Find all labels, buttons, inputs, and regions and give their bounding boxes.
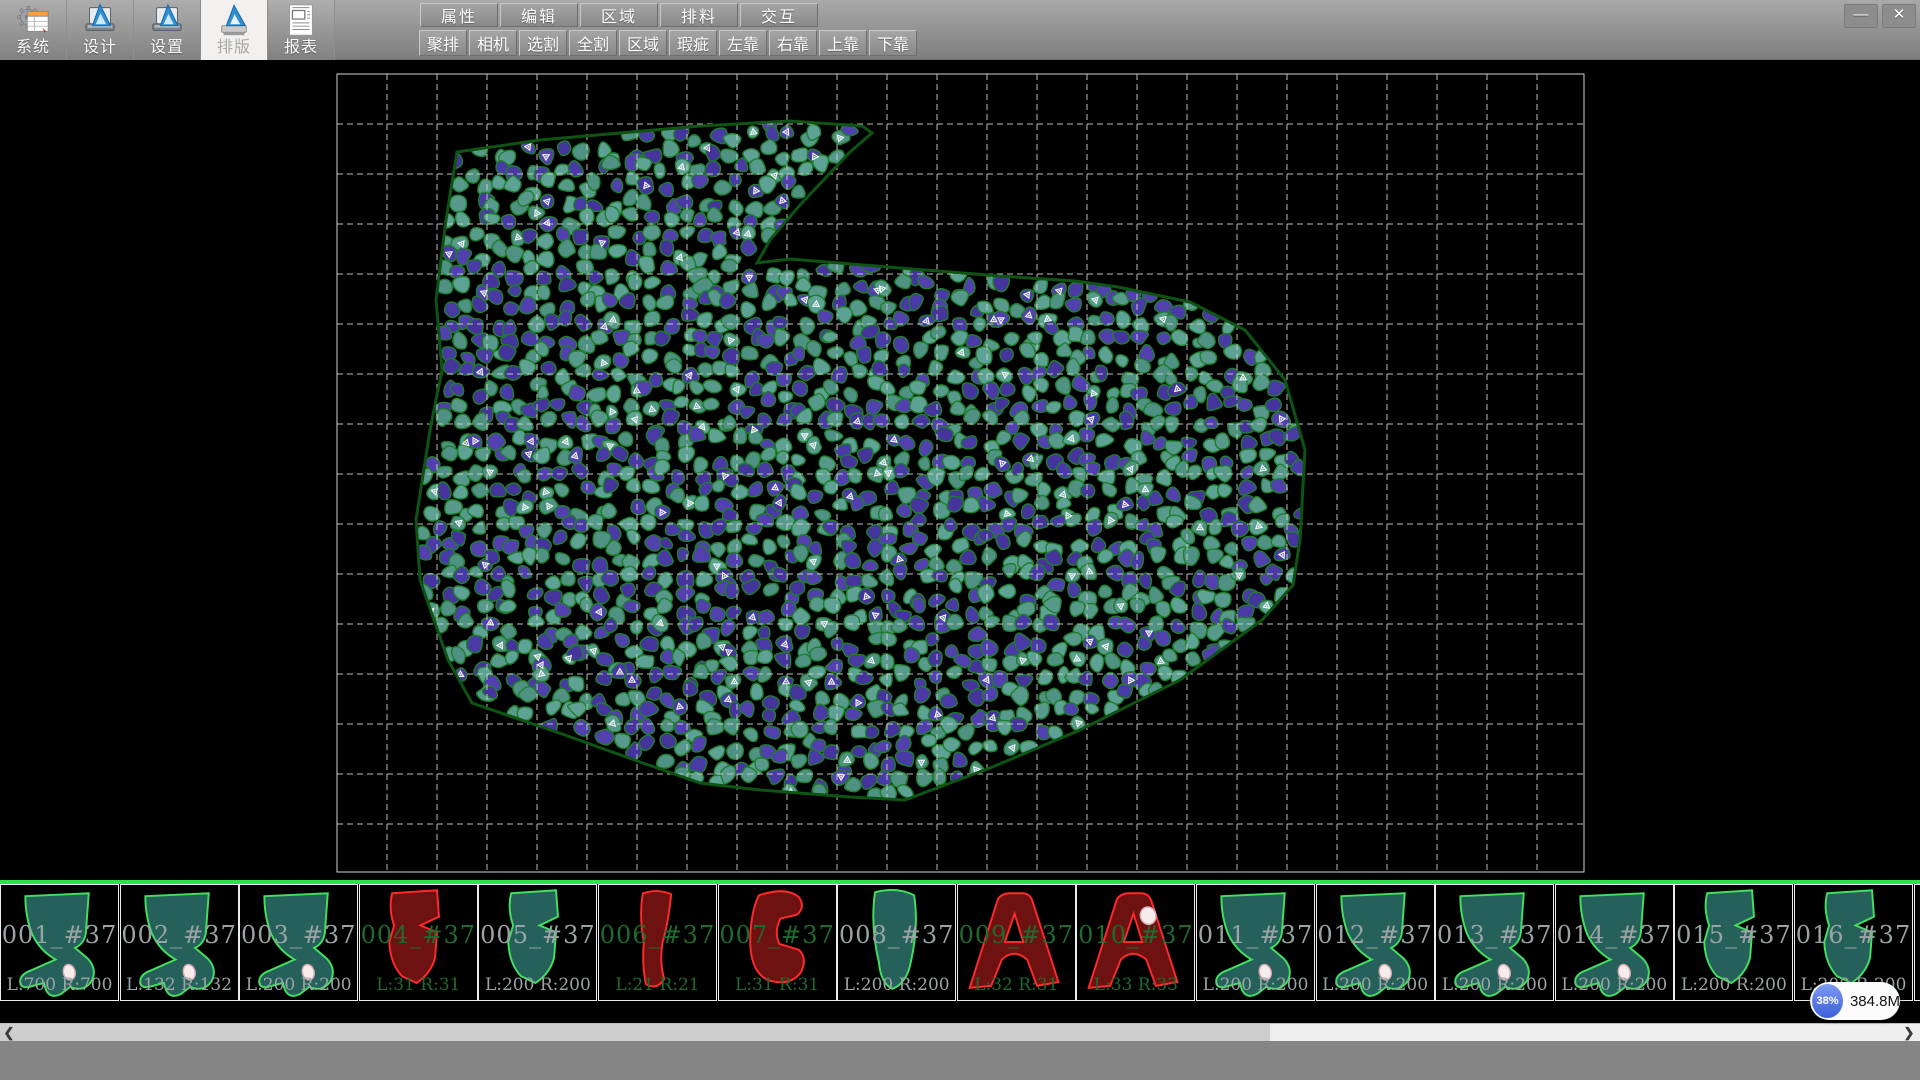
part-shape: [1, 886, 118, 999]
minimize-button[interactable]: —: [1844, 4, 1878, 28]
system-icon: [14, 1, 52, 39]
part-thumbnail-005_#37[interactable]: 005_#37L:200 R:200: [478, 884, 597, 1001]
part-thumbnail-001_#37[interactable]: 001_#37L:700 R:700: [0, 884, 119, 1001]
tool-snap-bottom[interactable]: 下靠: [869, 30, 917, 56]
part-shape: [1317, 886, 1434, 999]
tool-cut-selected[interactable]: 选割: [519, 30, 567, 56]
part-shape: [1197, 886, 1314, 999]
bottom-bar: [0, 1041, 1920, 1080]
part-thumbnail-014_#37[interactable]: 014_#37L:200 R:200: [1555, 884, 1674, 1001]
nav-nesting-label: 排版: [217, 39, 251, 57]
nesting-canvas-svg: [0, 60, 1920, 880]
part-shape: [360, 886, 477, 999]
nav-report[interactable]: 报表: [268, 0, 335, 60]
scroll-right-arrow-icon[interactable]: ❯: [1900, 1024, 1918, 1041]
tool-snap-top[interactable]: 上靠: [819, 30, 867, 56]
app-window: 系统设计设置排版报表 属性编辑区域排料交互 聚排相机选割全割区域瑕疵左靠右靠上靠…: [0, 0, 1920, 1080]
menu-tool-row: 聚排相机选割全割区域瑕疵左靠右靠上靠下靠: [419, 30, 917, 56]
part-shape: [479, 886, 596, 999]
close-button[interactable]: ✕: [1882, 4, 1916, 28]
part-thumbnail-006_#37[interactable]: 006_#37L:21 R:21: [598, 884, 717, 1001]
nesting-canvas[interactable]: [0, 60, 1920, 880]
nav-report-label: 报表: [284, 39, 318, 57]
tab-properties[interactable]: 属性: [420, 3, 498, 27]
part-thumbnail-013_#37[interactable]: 013_#37L:200 R:200: [1435, 884, 1554, 1001]
nav-system-label: 系统: [16, 39, 50, 57]
part-shape: [1675, 886, 1792, 999]
tool-snap-left[interactable]: 左靠: [719, 30, 767, 56]
nav-nesting[interactable]: 排版: [201, 0, 268, 60]
scroll-left-arrow-icon[interactable]: ❮: [0, 1024, 18, 1041]
parts-filmstrip: 001_#37L:700 R:700002_#37L:132 R:132003_…: [0, 884, 1920, 1002]
tool-cluster-nest[interactable]: 聚排: [419, 30, 467, 56]
horizontal-scrollbar[interactable]: ❮ ❯: [0, 1023, 1920, 1041]
nav-design-label: 设计: [83, 39, 117, 57]
scrollbar-thumb[interactable]: [18, 1024, 1270, 1041]
part-thumbnail-011_#37[interactable]: 011_#37L:200 R:200: [1196, 884, 1315, 1001]
main-nav: 系统 设计 设置 排版 报表: [0, 0, 335, 60]
nav-settings[interactable]: 设置: [134, 0, 201, 60]
part-thumbnail-003_#37[interactable]: 003_#37L:200 R:200: [239, 884, 358, 1001]
part-thumbnail-015_#37[interactable]: 015_#37L:200 R:200: [1674, 884, 1793, 1001]
part-shape: [838, 886, 955, 999]
tool-cut-all[interactable]: 全割: [569, 30, 617, 56]
part-shape: [1556, 886, 1673, 999]
part-shape: [1915, 886, 1920, 999]
tool-region[interactable]: 区域: [619, 30, 667, 56]
nav-settings-label: 设置: [150, 39, 184, 57]
part-shape: [958, 886, 1075, 999]
part-thumbnail-pos-17[interactable]: [1914, 884, 1920, 1001]
part-shape: [1436, 886, 1553, 999]
design-icon: [81, 1, 119, 39]
part-thumbnail-012_#37[interactable]: 012_#37L:200 R:200: [1316, 884, 1435, 1001]
tool-camera[interactable]: 相机: [469, 30, 517, 56]
part-shape: [719, 886, 836, 999]
nav-design[interactable]: 设计: [67, 0, 134, 60]
menu-tab-row: 属性编辑区域排料交互: [420, 3, 818, 27]
tab-region[interactable]: 区域: [580, 3, 658, 27]
part-shape: [1077, 886, 1194, 999]
part-thumbnail-009_#37[interactable]: 009_#37L:32 R:31: [957, 884, 1076, 1001]
nesting-icon: [215, 1, 253, 39]
tab-edit[interactable]: 编辑: [500, 3, 578, 27]
tab-nesting[interactable]: 排料: [660, 3, 738, 27]
part-thumbnail-007_#37[interactable]: 007_#37L:31 R:31: [718, 884, 837, 1001]
part-shape: [240, 886, 357, 999]
tab-interact[interactable]: 交互: [740, 3, 818, 27]
window-controls: — ✕: [1844, 4, 1916, 28]
memory-badge: 38% 384.8M: [1810, 982, 1900, 1020]
nav-system[interactable]: 系统: [0, 0, 67, 60]
tool-snap-right[interactable]: 右靠: [769, 30, 817, 56]
memory-value: 384.8M: [1850, 993, 1900, 1010]
progress-circle: 38%: [1812, 984, 1843, 1018]
part-shape: [599, 886, 716, 999]
part-thumbnail-004_#37[interactable]: 004_#37L:31 R:31: [359, 884, 478, 1001]
part-thumbnail-002_#37[interactable]: 002_#37L:132 R:132: [120, 884, 239, 1001]
part-shape: [121, 886, 238, 999]
settings-icon: [148, 1, 186, 39]
part-thumbnail-010_#37[interactable]: 010_#37L:33 R:33: [1076, 884, 1195, 1001]
top-toolbar: 系统设计设置排版报表 属性编辑区域排料交互 聚排相机选割全割区域瑕疵左靠右靠上靠…: [0, 0, 1920, 60]
tool-defect[interactable]: 瑕疵: [669, 30, 717, 56]
report-icon: [282, 1, 320, 39]
part-thumbnail-008_#37[interactable]: 008_#37L:200 R:200: [837, 884, 956, 1001]
